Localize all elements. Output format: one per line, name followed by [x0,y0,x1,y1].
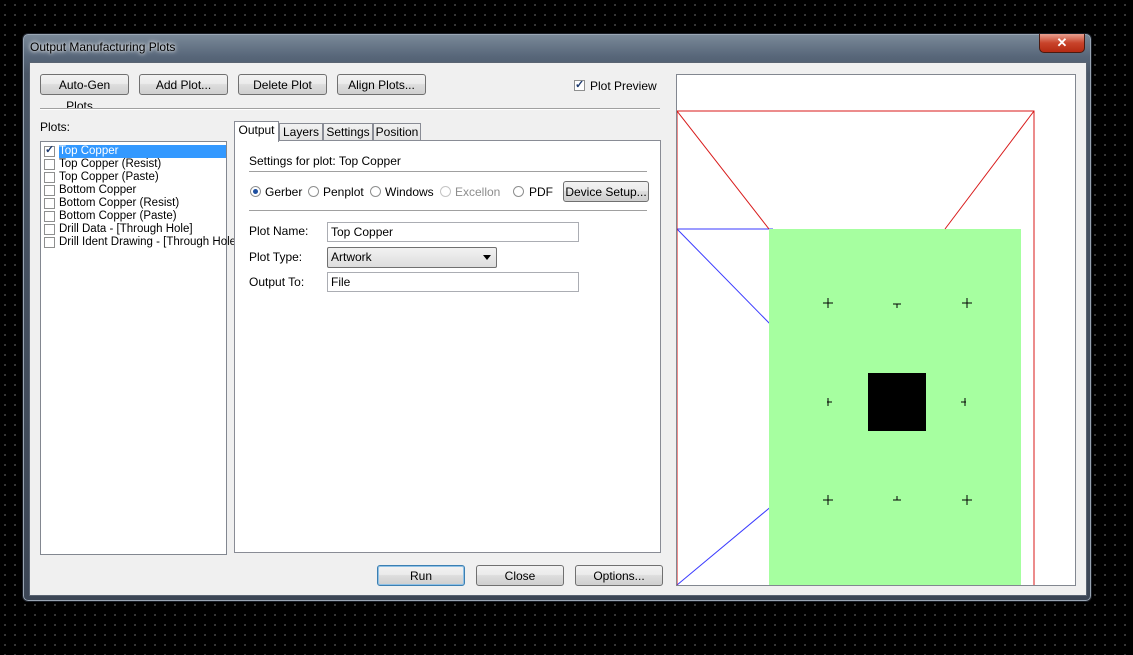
plot-preview-canvas [677,110,1035,585]
plot-name-label: Plot Name: [249,224,309,238]
list-item[interactable]: Bottom Copper (Paste) [41,210,226,223]
plots-label: Plots: [40,120,71,134]
plot-preview-checkbox[interactable] [574,78,585,91]
close-button[interactable]: Close [476,565,564,586]
device-setup-button[interactable]: Device Setup... [563,181,649,202]
settings-divider [249,171,647,173]
plot-checkbox[interactable] [44,144,55,157]
plot-type-select[interactable]: Artwork [327,247,497,268]
tab-output[interactable]: Output [234,121,279,142]
excellon-label: Excellon [455,185,501,199]
close-window-button[interactable]: ✕ [1039,34,1085,53]
add-plot-button[interactable]: Add Plot... [139,74,228,95]
plot-preview-panel [676,74,1076,586]
output-to-field[interactable]: File [327,272,579,292]
output-to-label: Output To: [249,275,305,289]
format-divider [249,210,647,212]
list-item[interactable]: Top Copper [41,144,226,158]
dialog-client-area: Auto-Gen Plots... Add Plot... Delete Plo… [29,62,1087,596]
penplot-label: Penplot [323,185,364,199]
delete-plot-button[interactable]: Delete Plot [238,74,327,95]
tab-settings[interactable]: Settings [323,123,373,140]
plot-label: Top Copper [59,145,226,158]
settings-for-plot-text: Settings for plot: Top Copper [249,154,401,168]
windows-label: Windows [385,185,434,199]
plot-label: Drill Ident Drawing - [Through Hole [59,236,237,248]
pdf-radio[interactable] [513,186,524,197]
list-item[interactable]: Bottom Copper [41,184,226,197]
plot-type-value: Artwork [331,250,372,264]
plot-label: Top Copper (Paste) [59,171,159,183]
copper-pad [868,373,926,431]
list-item[interactable]: Top Copper (Resist) [41,158,226,171]
options-button[interactable]: Options... [575,565,663,586]
plot-name-field[interactable]: Top Copper [327,222,579,242]
pdf-label: PDF [529,185,553,199]
window-title: Output Manufacturing Plots [30,40,176,54]
list-item[interactable]: Drill Ident Drawing - [Through Hole [41,236,236,249]
output-tab-panel: Settings for plot: Top Copper Gerber Pen… [234,140,661,553]
gerber-radio[interactable] [250,186,261,197]
plots-list[interactable]: Top Copper Top Copper (Resist) Top Coppe… [40,141,236,555]
plot-checkbox[interactable] [44,211,55,222]
plot-checkbox[interactable] [44,159,55,170]
plot-checkbox[interactable] [44,198,55,209]
frame-diagonal [677,110,770,230]
plot-label: Bottom Copper (Resist) [59,197,180,209]
plot-type-label: Plot Type: [249,250,303,264]
plot-checkbox[interactable] [44,185,55,196]
plot-preview-label: Plot Preview [590,79,657,93]
chevron-down-icon [483,255,491,260]
guide-line [677,228,774,328]
plot-checkbox[interactable] [44,237,55,248]
toolbar-divider [40,108,660,110]
dialog-window: Output Manufacturing Plots ✕ Auto-Gen Pl… [22,33,1092,602]
guide-line [677,504,774,585]
penplot-radio[interactable] [308,186,319,197]
excellon-radio [440,186,451,197]
plot-label: Bottom Copper [59,184,137,196]
plot-label: Top Copper (Resist) [59,158,162,170]
plot-label: Drill Data - [Through Hole] [59,223,193,235]
frame-diagonal [944,110,1035,230]
tab-layers[interactable]: Layers [279,123,323,140]
list-item[interactable]: Bottom Copper (Resist) [41,197,226,210]
tab-position[interactable]: Position [373,123,421,140]
list-item[interactable]: Drill Data - [Through Hole] [41,223,226,236]
gerber-label: Gerber [265,185,303,199]
auto-gen-plots-button[interactable]: Auto-Gen Plots... [40,74,129,113]
run-button[interactable]: Run [377,565,465,586]
list-item[interactable]: Top Copper (Paste) [41,171,226,184]
plot-checkbox[interactable] [44,224,55,235]
align-plots-button[interactable]: Align Plots... [337,74,426,95]
plot-label: Bottom Copper (Paste) [59,210,177,222]
plot-checkbox[interactable] [44,172,55,183]
windows-radio[interactable] [370,186,381,197]
